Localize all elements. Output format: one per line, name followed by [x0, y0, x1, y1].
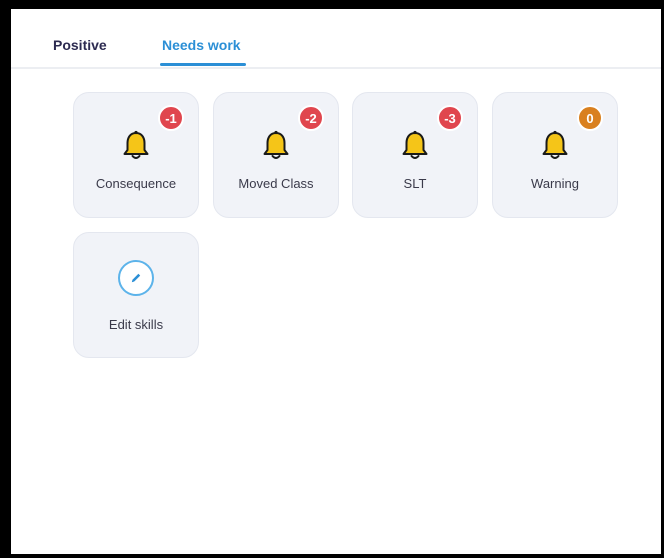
- skill-label: Warning: [531, 176, 579, 191]
- bell-icon: [123, 130, 149, 159]
- tab-needs-work[interactable]: Needs work: [162, 37, 241, 53]
- edit-button-circle: [118, 260, 154, 296]
- bell-icon: [402, 130, 428, 159]
- tab-positive[interactable]: Positive: [53, 37, 107, 53]
- pencil-icon: [131, 273, 141, 283]
- active-tab-indicator: [160, 63, 246, 66]
- skill-label: SLT: [403, 176, 427, 191]
- points-badge: -2: [298, 105, 324, 131]
- skill-label: Consequence: [95, 176, 177, 191]
- points-badge: -3: [437, 105, 463, 131]
- skill-tile-slt[interactable]: -3 SLT: [352, 92, 478, 218]
- skill-tile-consequence[interactable]: -1 Consequence: [73, 92, 199, 218]
- skills-panel: Positive Needs work -1 Consequence -2 Mo…: [11, 9, 661, 554]
- points-badge: -1: [158, 105, 184, 131]
- skill-tile-warning[interactable]: 0 Warning: [492, 92, 618, 218]
- bell-icon: [263, 130, 289, 159]
- bell-icon: [542, 130, 568, 159]
- skill-tile-moved-class[interactable]: -2 Moved Class: [213, 92, 339, 218]
- edit-skills-label: Edit skills: [108, 317, 164, 332]
- edit-skills-tile[interactable]: Edit skills: [73, 232, 199, 358]
- points-badge: 0: [577, 105, 603, 131]
- skill-label: Moved Class: [238, 176, 314, 191]
- tab-bar: Positive Needs work: [11, 9, 661, 69]
